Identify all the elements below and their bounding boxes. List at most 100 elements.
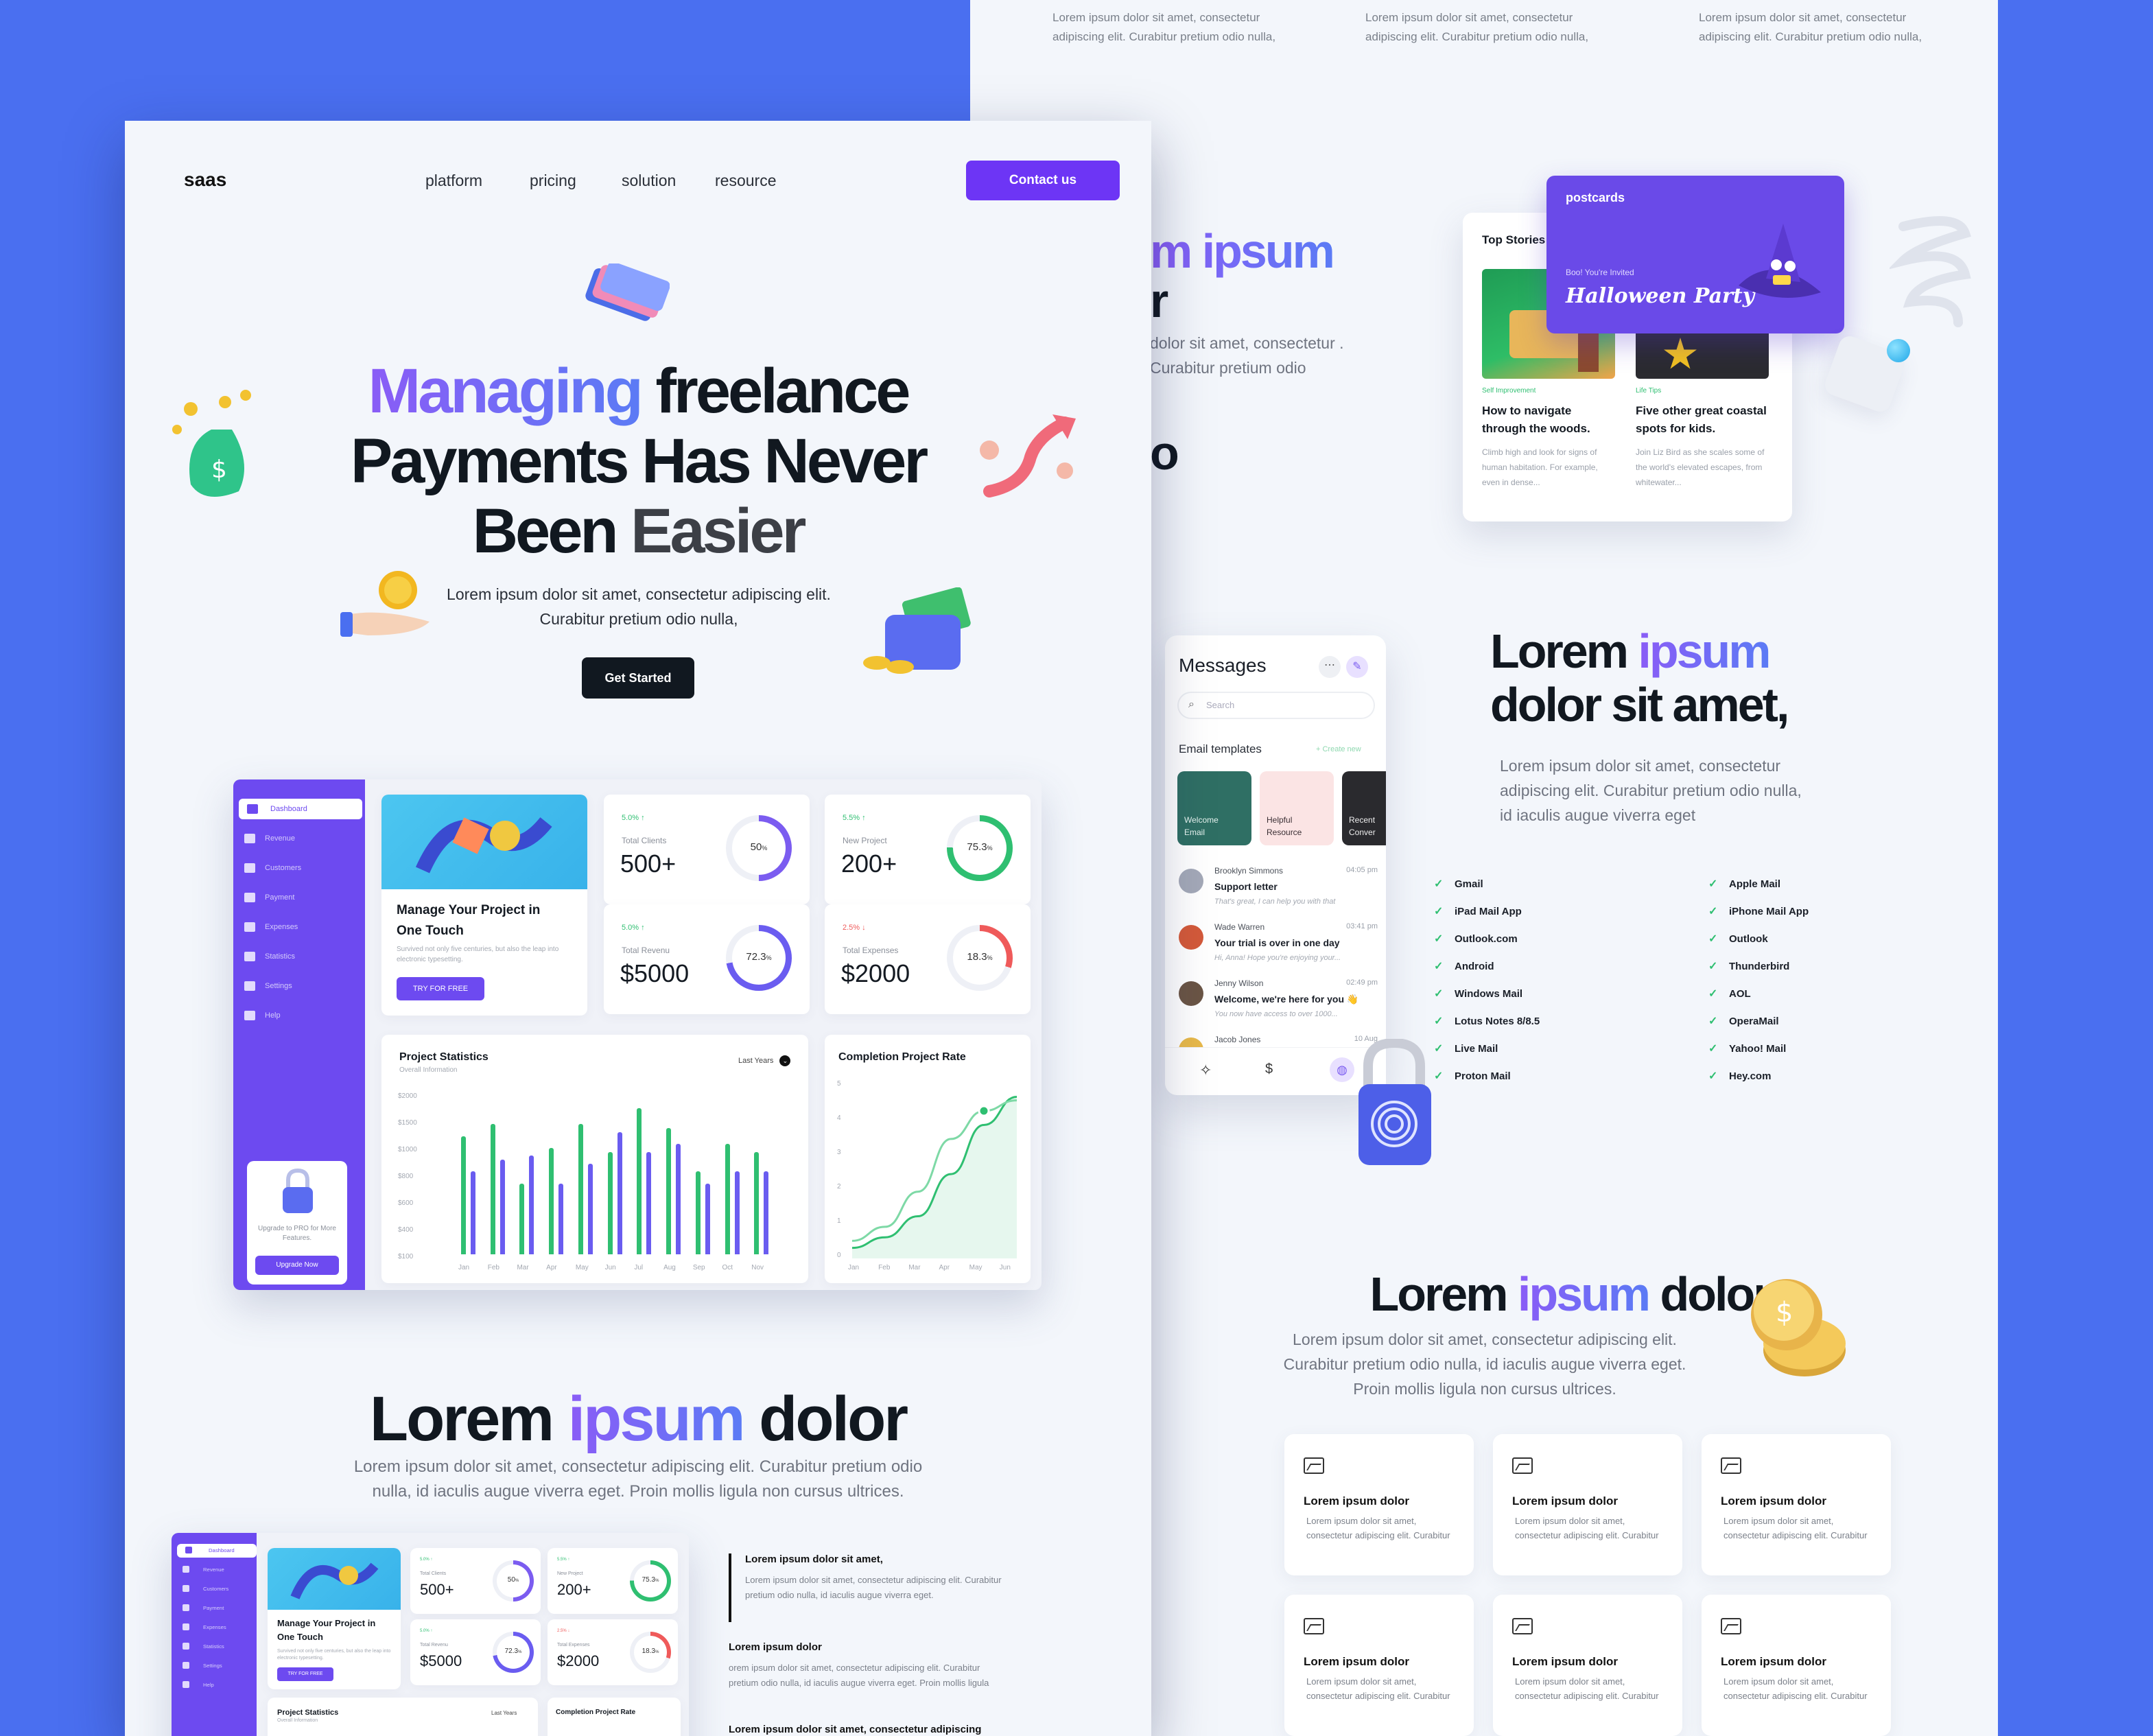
search-placeholder: Search [1206, 700, 1235, 710]
sidebar-item[interactable]: Expenses [244, 917, 298, 937]
block-3-title[interactable]: Lorem ipsum dolor sit amet, consectetur … [729, 1724, 981, 1735]
bar-may-2 [587, 1163, 593, 1254]
sidebar-item[interactable]: Revenue [244, 828, 295, 849]
email-client-item: ✓ Gmail [1434, 878, 1483, 890]
top-text-1: Lorem ipsum dolor sit amet, consectetur … [1052, 11, 1276, 43]
create-new-link[interactable]: + Create new [1316, 745, 1361, 753]
feature-card[interactable]: Lorem ipsum dolor Lorem ipsum dolor sit a… [1284, 1434, 1474, 1575]
stat-card-small: 5.0% ↑ Total Clients 500+ 50% [410, 1548, 541, 1614]
feature-card[interactable]: Lorem ipsum dolor Lorem ipsum dolor sit a… [1702, 1434, 1891, 1575]
feature-card[interactable]: Lorem ipsum dolor Lorem ipsum dolor sit a… [1493, 1595, 1682, 1736]
template-welcome[interactable]: Welcome Email [1177, 771, 1251, 845]
sidebar-item[interactable]: Payment [183, 1602, 224, 1615]
sidebar-item[interactable]: Help [244, 1005, 281, 1026]
block-1-desc: Lorem ipsum dolor sit amet, consectetur … [745, 1575, 1002, 1600]
sidebar-item[interactable]: Customers [183, 1582, 228, 1596]
message-item[interactable]: Brooklyn Simmons 04:05 pm Support letter… [1179, 866, 1378, 921]
check-icon: ✓ [1708, 878, 1718, 890]
sidebar-item[interactable]: Payment [244, 887, 294, 908]
email-client-item: ✓ Apple Mail [1708, 878, 1781, 890]
upgrade-now-button[interactable]: Upgrade Now [255, 1256, 339, 1275]
image-icon [1304, 1618, 1324, 1634]
dollar-icon[interactable]: $ [1265, 1061, 1273, 1077]
project-statistics-card-small: Project Statistics Overall Information L… [268, 1698, 538, 1736]
template-helpful[interactable]: Helpful Resource [1260, 771, 1334, 845]
promo-desc-small: Survived not only five centuries, but al… [277, 1649, 391, 1661]
feature-card[interactable]: Lorem ipsum dolor Lorem ipsum dolor sit a… [1702, 1595, 1891, 1736]
completion-rate-card: Completion Project Rate 5 4 3 2 1 0 Jan Feb Mar A… [825, 1035, 1031, 1283]
sidebar-item[interactable]: Settings [183, 1659, 222, 1673]
sidebar-item[interactable]: Help [183, 1678, 214, 1692]
message-item[interactable]: Jenny Wilson 02:49 pm Welcome, we're her… [1179, 978, 1378, 1033]
promo-illustration [381, 795, 587, 889]
story-1-title[interactable]: How to navigate through the woods. [1482, 402, 1612, 438]
bar-jan-1 [461, 1136, 466, 1254]
last-years-filter-small[interactable]: Last Years [491, 1710, 517, 1716]
avatar [1179, 925, 1203, 950]
try-for-free-button[interactable]: TRY FOR FREE [397, 977, 484, 1000]
sparkle-icon[interactable]: ✧ [1199, 1061, 1212, 1079]
try-for-free-button-small[interactable]: TRY FOR FREE [277, 1667, 333, 1681]
stat-card-small: 5.5% ↑ New Project 200+ 75.3% [548, 1548, 678, 1614]
chat-icon[interactable]: ◍ [1330, 1057, 1354, 1082]
chevron-down-icon: ⌄ [779, 1055, 791, 1066]
bar-oct-2 [734, 1171, 740, 1254]
sidebar-item[interactable]: Customers [244, 858, 301, 878]
y-tick-label: 0 [837, 1252, 841, 1259]
nav-resource[interactable]: resource [715, 172, 776, 190]
stat-change: 5.0% ↑ [622, 924, 645, 932]
messages-search-input[interactable]: ⌕ Search [1177, 692, 1375, 719]
sidebar-item[interactable]: Expenses [183, 1621, 226, 1634]
block-1-title[interactable]: Lorem ipsum dolor sit amet, [745, 1553, 883, 1565]
nav-platform[interactable]: platform [425, 172, 482, 190]
sidebar-item[interactable]: Statistics [183, 1640, 224, 1654]
check-icon: ✓ [1434, 906, 1444, 917]
bar-may-1 [578, 1124, 583, 1254]
nav-icon [183, 1662, 189, 1669]
nav-solution[interactable]: solution [622, 172, 676, 190]
sidebar-item[interactable]: Settings [244, 976, 292, 996]
cash-stack-icon [580, 261, 670, 329]
sidebar-item[interactable]: Dashboard [239, 799, 362, 819]
progress-ring: 18.3% [630, 1632, 671, 1673]
svg-text:$: $ [1776, 1297, 1793, 1328]
check-icon: ✓ [1434, 1070, 1444, 1082]
bar-apr-1 [549, 1147, 554, 1254]
sidebar-item[interactable]: Statistics [244, 946, 295, 967]
y-tick-label: 4 [837, 1114, 841, 1122]
x-tick-label: May [575, 1264, 589, 1271]
bar-mar-1 [519, 1183, 525, 1254]
get-started-button[interactable]: Get Started [582, 657, 694, 699]
stat-label: Total Clients [622, 836, 667, 845]
feature-card[interactable]: Lorem ipsum dolor Lorem ipsum dolor sit a… [1284, 1595, 1474, 1736]
more-icon[interactable]: ⋯ [1319, 656, 1341, 678]
contact-us-button[interactable]: Contact us [966, 161, 1120, 200]
nav-icon [244, 834, 255, 843]
check-icon: ✓ [1434, 1016, 1444, 1027]
block-2-title[interactable]: Lorem ipsum dolor [729, 1641, 822, 1653]
y-tick-label: $400 [398, 1226, 414, 1234]
x-tick-label: Sep [692, 1264, 705, 1271]
x-tick-label: Jun [604, 1264, 616, 1271]
logo[interactable]: saas [184, 169, 226, 191]
hero-title-line-1: Managing freelance [368, 356, 911, 426]
project-statistics-card: Project Statistics Overall Information L… [381, 1035, 808, 1283]
nav-icon [244, 1011, 255, 1020]
feature-card[interactable]: Lorem ipsum dolor Lorem ipsum dolor sit a… [1493, 1434, 1682, 1575]
nav-icon [183, 1604, 189, 1611]
bar-feb-2 [499, 1160, 505, 1254]
last-years-filter[interactable]: Last Years ⌄ [738, 1055, 791, 1066]
message-item[interactable]: Wade Warren 03:41 pm Your trial is over … [1179, 922, 1378, 977]
promo-card-small: Manage Your Project in One Touch Survive… [268, 1548, 401, 1689]
sidebar-item[interactable]: Dashboard [177, 1544, 257, 1558]
story-2-title[interactable]: Five other great coastal spots for kids. [1636, 402, 1773, 438]
stat-card: 5.0% ↑ Total Clients 500+ 50% [604, 795, 810, 904]
y-tick-label: $100 [398, 1253, 414, 1260]
sidebar-item[interactable]: Revenue [183, 1563, 224, 1577]
nav-icon [183, 1585, 189, 1592]
nav-pricing[interactable]: pricing [530, 172, 576, 190]
template-recent[interactable]: Recent Conver [1342, 771, 1386, 845]
compose-icon[interactable]: ✎ [1346, 656, 1368, 678]
check-icon: ✓ [1708, 961, 1718, 972]
highlight-point[interactable] [978, 1105, 990, 1117]
